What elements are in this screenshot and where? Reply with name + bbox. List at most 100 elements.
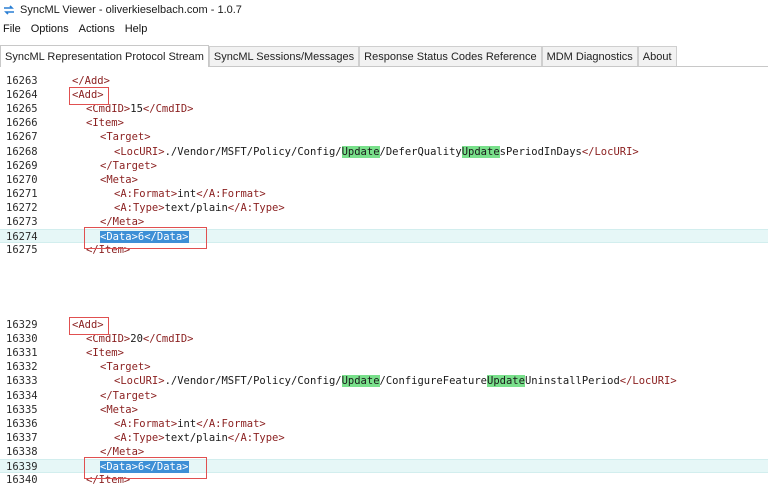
xml-text: 20 (130, 333, 143, 346)
code-line[interactable]: 16272 <A:Type>text/plain</A:Type> (0, 201, 768, 215)
code-line[interactable]: 16329 <Add> (0, 318, 768, 332)
code-text: <LocURI>./Vendor/MSFT/Policy/Config/Upda… (114, 374, 677, 388)
xml-text: text/plain (164, 201, 228, 214)
scroll-fade (0, 262, 768, 268)
code-line[interactable]: 16337 <A:Type>text/plain</A:Type> (0, 431, 768, 445)
code-text: <CmdID>20</CmdID> (86, 332, 194, 346)
tab-strip: SyncML Representation Protocol Stream Sy… (0, 44, 768, 67)
window-title: SyncML Viewer - oliverkieselbach.com - 1… (20, 4, 242, 16)
xml-tag: </LocURI> (619, 375, 677, 388)
code-line[interactable]: 16265 <CmdID>15</CmdID> (0, 102, 768, 116)
xml-text: int (177, 417, 197, 430)
code-line[interactable]: 16275 </Item> (0, 243, 768, 257)
line-number: 16336 (6, 417, 38, 430)
code-line[interactable]: 16270 <Meta> (0, 173, 768, 187)
code-text: <Add> (72, 88, 104, 102)
code-text: <LocURI>./Vendor/MSFT/Policy/Config/Upda… (114, 145, 639, 159)
code-line[interactable]: 16340 </Item> (0, 473, 768, 487)
code-block-second[interactable]: 16329 <Add> 16330 <CmdID>20</CmdID> 16331 <It… (0, 318, 768, 493)
xml-text: text/plain (164, 431, 228, 444)
line-number: 16268 (6, 145, 38, 158)
xml-tag: </Target> (100, 389, 157, 402)
line-number: 16333 (6, 375, 38, 388)
xml-tag: </Meta> (100, 445, 145, 458)
menu-options[interactable]: Options (28, 23, 73, 35)
line-number: 16330 (6, 333, 38, 346)
xml-tag: </A:Format> (196, 417, 266, 430)
code-line[interactable]: 16271 <A:Format>int</A:Format> (0, 187, 768, 201)
sync-app-icon (3, 4, 15, 16)
xml-tag: </Item> (86, 244, 131, 257)
menu-help[interactable]: Help (122, 23, 152, 35)
xml-tag: </Item> (86, 474, 131, 487)
code-text: <Data>6</Data> (100, 460, 189, 474)
xml-tag: <Meta> (100, 403, 138, 416)
tab-status-codes[interactable]: Response Status Codes Reference (359, 46, 542, 66)
code-line[interactable]: 16263 </Add> (0, 74, 768, 88)
code-line[interactable]: 16334 </Target> (0, 389, 768, 403)
code-line[interactable]: 16264 <Add> (0, 88, 768, 102)
xml-tag: <A:Type> (114, 431, 165, 444)
code-block-first[interactable]: 16263 </Add> 16264 <Add> 16265 <CmdID>15</Cmd… (0, 74, 768, 270)
code-text: <Data>6</Data> (100, 230, 189, 244)
xml-tag: </LocURI> (581, 145, 639, 158)
xml-tag: <Target> (100, 361, 151, 374)
xml-tag: <A:Format> (114, 187, 178, 200)
code-text: </Target> (100, 389, 157, 403)
code-line-current[interactable]: 16339 <Data>6</Data> (0, 459, 768, 473)
code-text: <A:Format>int</A:Format> (114, 417, 266, 431)
annotated-add-tag: <Add> (72, 319, 104, 331)
code-line[interactable]: 16333 <LocURI>./Vendor/MSFT/Policy/Config… (0, 374, 768, 388)
code-line[interactable]: 16336 <A:Format>int</A:Format> (0, 417, 768, 431)
line-number: 16332 (6, 361, 38, 374)
tab-sessions-messages[interactable]: SyncML Sessions/Messages (208, 46, 360, 66)
code-line[interactable]: 16266 <Item> (0, 116, 768, 130)
line-number: 16339 (6, 461, 38, 473)
code-text: <Add> (72, 318, 104, 332)
line-number: 16269 (6, 159, 38, 172)
xml-text: ./Vendor/MSFT/Policy/Config/ (164, 145, 342, 158)
line-number: 16273 (6, 216, 38, 228)
code-line[interactable]: 16330 <CmdID>20</CmdID> (0, 332, 768, 346)
menu-bar: File Options Actions Help (0, 20, 154, 38)
code-text: <Meta> (100, 173, 138, 187)
code-text: <Target> (100, 130, 151, 144)
code-text: </Meta> (100, 215, 144, 229)
xml-tag: </CmdID> (142, 333, 194, 346)
line-number: 16272 (6, 201, 38, 214)
xml-tag: </A:Format> (196, 187, 266, 200)
xml-text: /ConfigureFeature (379, 375, 487, 388)
code-text: <A:Type>text/plain</A:Type> (114, 431, 285, 445)
xml-tag: <CmdID> (86, 333, 131, 346)
tab-protocol-stream[interactable]: SyncML Representation Protocol Stream (0, 45, 209, 67)
code-line[interactable]: 16335 <Meta> (0, 403, 768, 417)
menu-file[interactable]: File (0, 23, 25, 35)
line-number: 16340 (6, 474, 38, 487)
code-line[interactable]: 16273 </Meta> (0, 215, 768, 229)
code-line[interactable]: 16269 </Target> (0, 159, 768, 173)
line-number: 16271 (6, 187, 38, 200)
menu-actions[interactable]: Actions (76, 23, 119, 35)
selected-data-value: <Data>6</Data> (100, 461, 189, 473)
code-text: <Item> (86, 346, 124, 360)
xml-text: /DeferQuality (379, 145, 462, 158)
code-line-current[interactable]: 16274 <Data>6</Data> (0, 229, 768, 244)
code-text: </Add> (72, 74, 110, 88)
xml-tag: <A:Format> (114, 417, 178, 430)
annotated-add-tag: <Add> (72, 89, 104, 102)
code-line[interactable]: 16331 <Item> (0, 346, 768, 360)
xml-tag: <LocURI> (114, 375, 165, 388)
xml-tag: <LocURI> (114, 145, 165, 158)
code-line[interactable]: 16268 <LocURI>./Vendor/MSFT/Policy/Config… (0, 145, 768, 159)
xml-tag: <Target> (100, 131, 151, 144)
search-match-highlight: Update (341, 375, 380, 388)
tab-mdm-diagnostics[interactable]: MDM Diagnostics (541, 46, 638, 66)
code-text: </Target> (100, 159, 157, 173)
code-line[interactable]: 16332 <Target> (0, 360, 768, 374)
line-number: 16337 (6, 431, 38, 444)
code-line[interactable]: 16267 <Target> (0, 130, 768, 144)
code-text: </Meta> (100, 445, 144, 459)
code-line[interactable]: 16338 </Meta> (0, 445, 768, 459)
tab-about[interactable]: About (637, 46, 677, 66)
line-number: 16270 (6, 173, 38, 186)
